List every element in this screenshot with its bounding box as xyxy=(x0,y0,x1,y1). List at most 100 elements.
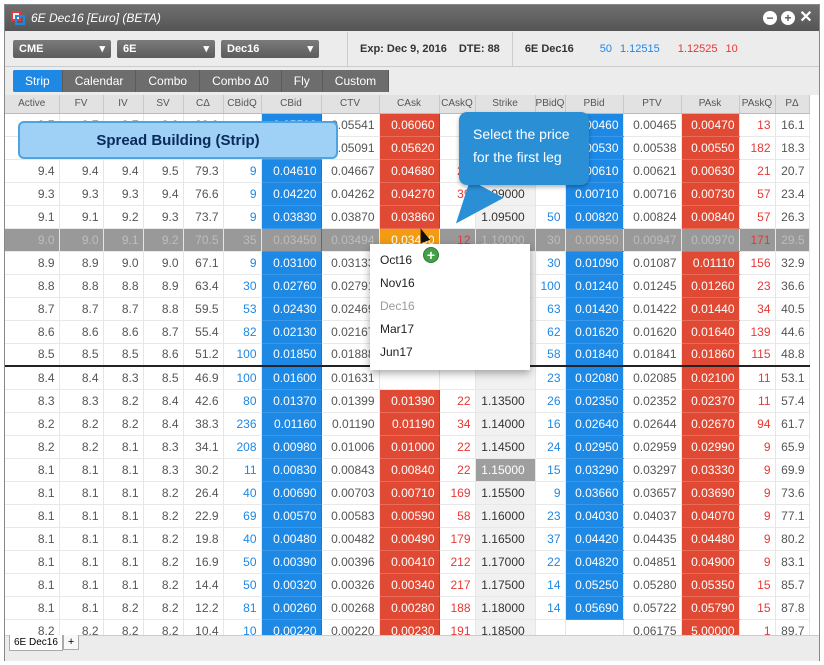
cell-cask[interactable]: 0.00230 xyxy=(379,619,440,635)
cell-pbid[interactable]: 0.05250 xyxy=(565,573,624,597)
cell-pbid[interactable]: 0.01840 xyxy=(565,343,624,367)
cell-pbid[interactable]: 0.02640 xyxy=(565,412,624,436)
cell-pbid[interactable]: 0.00820 xyxy=(565,205,624,229)
product-select[interactable]: 6E ▾ xyxy=(117,39,215,58)
cell-cbid[interactable]: 0.00320 xyxy=(261,573,322,597)
cell-pask[interactable]: 0.04070 xyxy=(681,504,740,528)
cell-pbid[interactable]: 0.04820 xyxy=(565,550,624,574)
cell-cbid[interactable]: 0.02130 xyxy=(261,320,322,344)
cell-cbid[interactable]: 0.00980 xyxy=(261,435,322,459)
cell-cask[interactable]: 0.00410 xyxy=(379,550,440,574)
tab-strip[interactable]: Strip xyxy=(13,70,63,92)
dropdown-item-mar17[interactable]: Mar17 xyxy=(370,317,530,340)
cell-cbid[interactable]: 0.01850 xyxy=(261,343,322,367)
cell-pask[interactable]: 0.02100 xyxy=(681,366,740,390)
cell-cbid[interactable]: 0.00260 xyxy=(261,596,322,620)
cell-pbid[interactable]: 0.03660 xyxy=(565,481,624,505)
cell-pask[interactable]: 0.01260 xyxy=(681,274,740,298)
tab-fly[interactable]: Fly xyxy=(282,70,323,92)
cell-pask[interactable]: 0.01640 xyxy=(681,320,740,344)
cell-cask[interactable]: 0.00280 xyxy=(379,596,440,620)
cell-pbid[interactable]: 0.02350 xyxy=(565,389,624,413)
cell-cask[interactable]: 0.04270 xyxy=(379,182,440,206)
cell-pbid[interactable]: 0.04030 xyxy=(565,504,624,528)
cell-pbid[interactable]: 0.04420 xyxy=(565,527,624,551)
column-header[interactable]: CTV xyxy=(321,95,380,114)
dropdown-item-nov16[interactable]: Nov16 xyxy=(370,271,530,294)
column-header[interactable]: SV xyxy=(143,95,184,114)
expiry-select[interactable]: Dec16 ▾ xyxy=(221,39,319,58)
cell-cbid[interactable]: 0.02430 xyxy=(261,297,322,321)
cell-cbid[interactable]: 0.00830 xyxy=(261,458,322,482)
cell-pbid[interactable]: 0.05690 xyxy=(565,596,624,620)
cell-cask[interactable]: 0.01190 xyxy=(379,412,440,436)
tab-custom[interactable]: Custom xyxy=(323,70,390,92)
column-header[interactable]: Strike xyxy=(475,95,536,114)
cell-pask[interactable]: 0.04900 xyxy=(681,550,740,574)
cell-cbid[interactable]: 0.03450 xyxy=(261,228,322,252)
column-header[interactable]: PTV xyxy=(623,95,682,114)
cell-pask[interactable]: 0.00730 xyxy=(681,182,740,206)
cell-cbid[interactable]: 0.01600 xyxy=(261,366,322,390)
cell-cbid[interactable]: 0.00220 xyxy=(261,619,322,635)
minimize-icon[interactable]: − xyxy=(763,11,777,25)
column-header[interactable]: IV xyxy=(103,95,144,114)
cell-pbid[interactable]: 0.01620 xyxy=(565,320,624,344)
column-header[interactable]: Active xyxy=(5,95,60,114)
sheet-tab[interactable]: 6E Dec16 xyxy=(9,635,63,651)
cell-cbid[interactable]: 0.00570 xyxy=(261,504,322,528)
cell-pask[interactable]: 0.05350 xyxy=(681,573,740,597)
cell-pbid[interactable] xyxy=(565,619,624,635)
cell-pask[interactable]: 0.00840 xyxy=(681,205,740,229)
cell-cbid[interactable]: 0.01370 xyxy=(261,389,322,413)
cell-pask[interactable]: 0.02990 xyxy=(681,435,740,459)
cell-cask[interactable]: 0.01000 xyxy=(379,435,440,459)
column-header[interactable]: PBidQ xyxy=(535,95,566,114)
cell-pask[interactable]: 0.01110 xyxy=(681,251,740,275)
cell-cbid[interactable]: 0.03830 xyxy=(261,205,322,229)
tab-combo[interactable]: Combo xyxy=(136,70,201,92)
cell-cbid[interactable]: 0.04610 xyxy=(261,159,322,183)
cell-cbid[interactable]: 0.04220 xyxy=(261,182,322,206)
cell-cbid[interactable]: 0.03100 xyxy=(261,251,322,275)
cell-cbid[interactable]: 0.00690 xyxy=(261,481,322,505)
cell-pask[interactable]: 0.00970 xyxy=(681,228,740,252)
cell-cask[interactable]: 0.06060 xyxy=(379,113,440,137)
cell-cask[interactable]: 0.03860 xyxy=(379,205,440,229)
cell-cask[interactable]: 0.00490 xyxy=(379,527,440,551)
cell-pbid[interactable]: 0.02080 xyxy=(565,366,624,390)
dropdown-item-jun17[interactable]: Jun17 xyxy=(370,340,530,363)
cell-pask[interactable]: 0.00470 xyxy=(681,113,740,137)
column-header[interactable]: CAsk xyxy=(379,95,440,114)
cell-cask[interactable]: 0.05620 xyxy=(379,136,440,160)
cell-cask[interactable]: 0.04680 xyxy=(379,159,440,183)
cell-pask[interactable]: 0.02670 xyxy=(681,412,740,436)
cell-cask[interactable]: 0.01390 xyxy=(379,389,440,413)
cell-pask[interactable]: 0.04480 xyxy=(681,527,740,551)
dropdown-item-oct16[interactable]: Oct16 xyxy=(370,248,530,271)
column-header[interactable]: CAskQ xyxy=(439,95,476,114)
cell-pbid[interactable]: 0.03290 xyxy=(565,458,624,482)
cell-pask[interactable]: 0.01860 xyxy=(681,343,740,367)
column-header[interactable]: PBid xyxy=(565,95,624,114)
cell-pbid[interactable]: 0.02950 xyxy=(565,435,624,459)
cell-cask[interactable]: 0.00590 xyxy=(379,504,440,528)
tab-combo-0[interactable]: Combo Δ0 xyxy=(200,70,282,92)
column-header[interactable]: PΔ xyxy=(775,95,810,114)
column-header[interactable]: CBid xyxy=(261,95,322,114)
column-header[interactable]: PAskQ xyxy=(739,95,776,114)
cell-cbid[interactable]: 0.00390 xyxy=(261,550,322,574)
cell-cask[interactable]: 0.00710 xyxy=(379,481,440,505)
cell-pbid[interactable]: 0.01090 xyxy=(565,251,624,275)
exchange-select[interactable]: CME ▾ xyxy=(13,39,111,58)
column-header[interactable]: PAsk xyxy=(681,95,740,114)
cell-cbid[interactable]: 0.00480 xyxy=(261,527,322,551)
cell-cask[interactable]: 0.00840 xyxy=(379,458,440,482)
cell-pask[interactable]: 0.01440 xyxy=(681,297,740,321)
cell-cbid[interactable]: 0.02760 xyxy=(261,274,322,298)
cell-cbid[interactable]: 0.01160 xyxy=(261,412,322,436)
close-icon[interactable]: ✕ xyxy=(799,10,813,26)
column-header[interactable]: FV xyxy=(59,95,104,114)
cell-pask[interactable]: 0.03330 xyxy=(681,458,740,482)
cell-pask[interactable]: 0.05790 xyxy=(681,596,740,620)
